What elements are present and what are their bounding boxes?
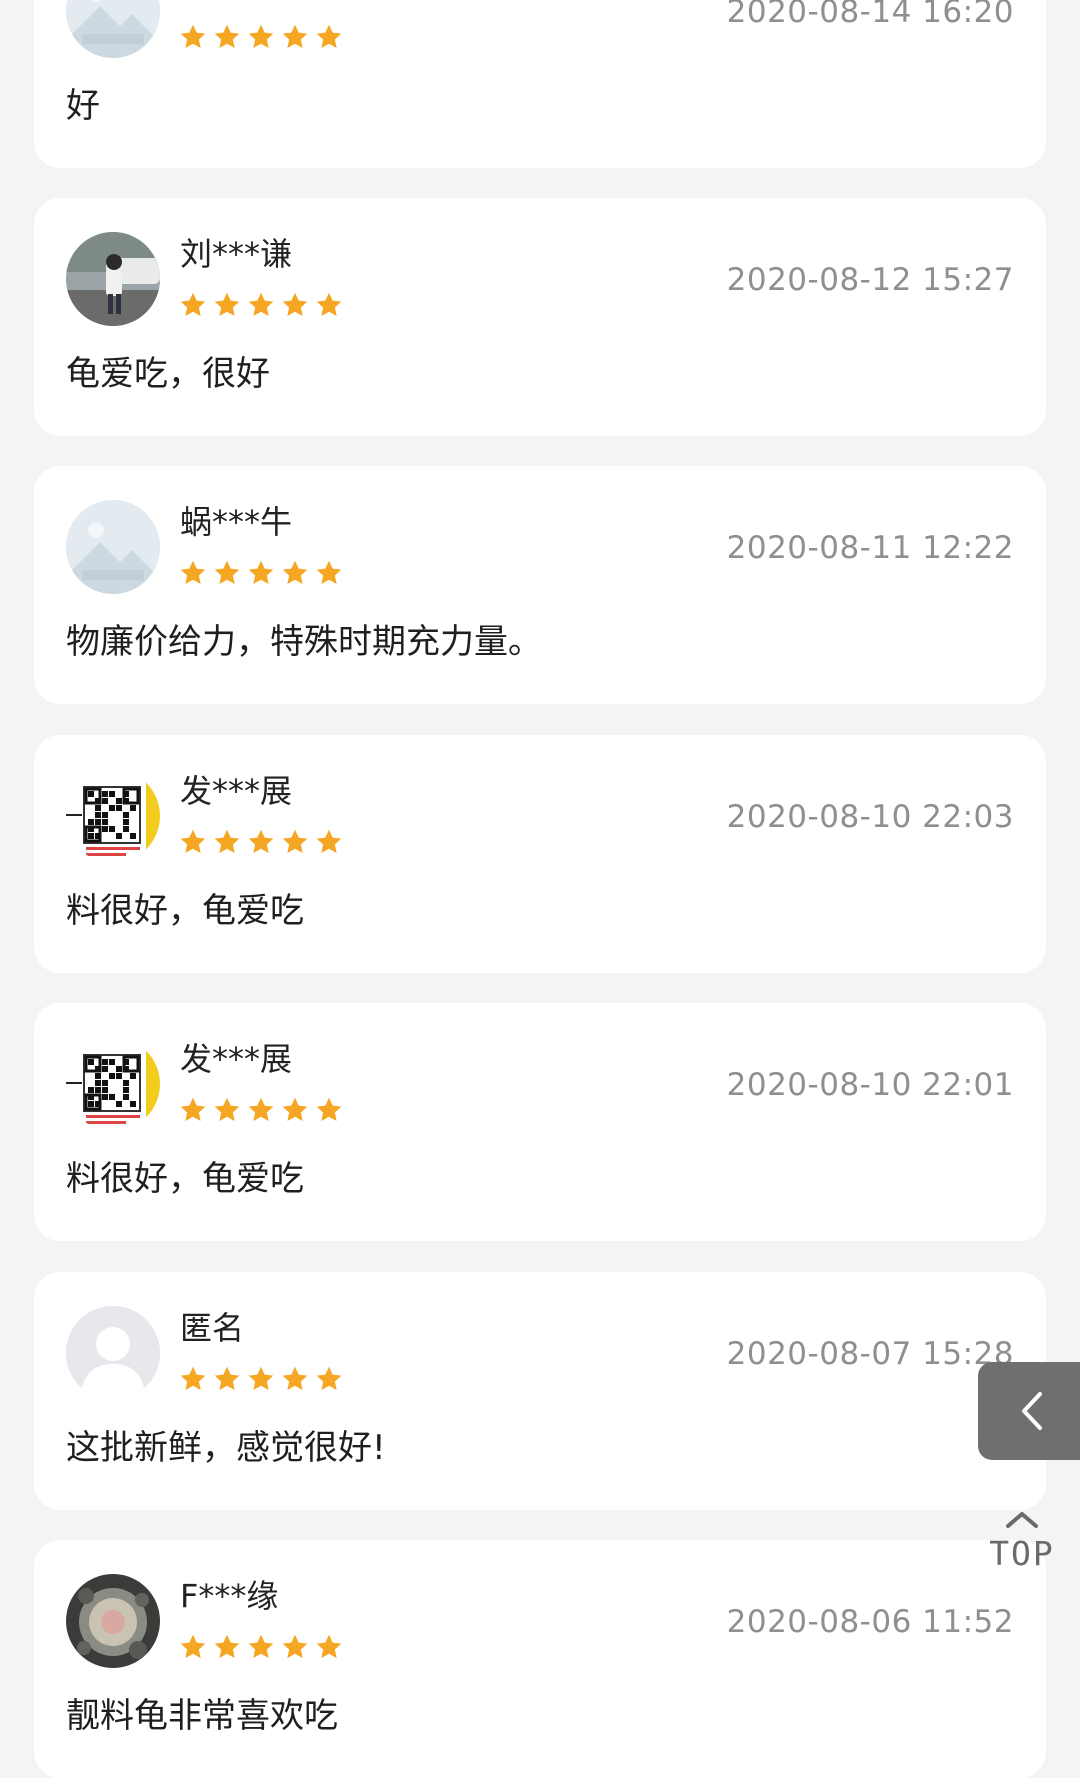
star-icon xyxy=(280,290,310,320)
star-icon xyxy=(212,1632,242,1662)
star-icon xyxy=(246,1095,276,1125)
review-time: 2020-08-14 16:20 xyxy=(726,0,1014,30)
review-text: 这批新鲜，感觉很好! xyxy=(66,1428,386,1468)
review-time: 2020-08-07 15:28 xyxy=(726,1336,1014,1372)
child-photo xyxy=(66,232,160,326)
star-icon xyxy=(212,1364,242,1394)
top-label: TOP xyxy=(989,1534,1055,1573)
review-card: 发***展 2020-08-10 22:01 料很好，龟爱吃 xyxy=(34,1003,1046,1241)
star-icon xyxy=(280,22,310,52)
avatar[interactable] xyxy=(66,232,160,326)
star-icon xyxy=(280,827,310,857)
qr-code-avatar xyxy=(66,1037,160,1131)
review-text: 龟爱吃，很好 xyxy=(66,354,270,394)
reviewer-name: 发***展 xyxy=(180,772,293,810)
star-icon xyxy=(314,827,344,857)
star-icon xyxy=(246,1632,276,1662)
star-icon xyxy=(178,1364,208,1394)
star-icon xyxy=(178,1095,208,1125)
review-card: F***缘 2020-08-06 11:52 靓料龟非常喜欢吃 xyxy=(34,1540,1046,1778)
star-icon xyxy=(212,827,242,857)
review-time: 2020-08-10 22:01 xyxy=(726,1067,1014,1103)
review-card: 2020-08-14 16:20 好 xyxy=(34,0,1046,168)
star-icon xyxy=(314,22,344,52)
star-icon xyxy=(314,1364,344,1394)
star-icon xyxy=(314,290,344,320)
star-icon xyxy=(178,827,208,857)
star-icon xyxy=(246,1364,276,1394)
review-text: 靓料龟非常喜欢吃 xyxy=(66,1696,338,1736)
star-icon xyxy=(178,1632,208,1662)
reviewer-name: 蜗***牛 xyxy=(180,503,293,541)
star-icon xyxy=(314,1095,344,1125)
avatar[interactable] xyxy=(66,0,160,58)
reviewer-name: 刘***谦 xyxy=(180,235,293,273)
default-user-icon xyxy=(66,1306,160,1400)
star-icon xyxy=(280,1364,310,1394)
star-icon xyxy=(246,290,276,320)
star-icon xyxy=(280,1095,310,1125)
star-icon xyxy=(178,558,208,588)
reviewer-name: 发***展 xyxy=(180,1040,293,1078)
placeholder-image-icon xyxy=(66,500,160,594)
review-time: 2020-08-12 15:27 xyxy=(726,262,1014,298)
avatar[interactable] xyxy=(66,769,160,863)
avatar[interactable] xyxy=(66,1306,160,1400)
review-text: 料很好，龟爱吃 xyxy=(66,891,304,931)
review-list: 2020-08-14 16:20 好刘***谦 2020-08-12 15:27 龟爱… xyxy=(0,0,1080,1778)
qr-code-avatar xyxy=(66,769,160,863)
avatar[interactable] xyxy=(66,500,160,594)
review-time: 2020-08-10 22:03 xyxy=(726,799,1014,835)
back-to-top-button[interactable]: TOP xyxy=(982,1500,1062,1580)
review-card: 发***展 2020-08-10 22:03 料很好，龟爱吃 xyxy=(34,735,1046,973)
star-icon xyxy=(212,22,242,52)
star-icon xyxy=(246,558,276,588)
star-icon xyxy=(178,290,208,320)
avatar[interactable] xyxy=(66,1037,160,1131)
chevron-up-icon xyxy=(1006,1512,1038,1528)
star-icon xyxy=(246,22,276,52)
placeholder-image-icon xyxy=(66,0,160,58)
star-icon xyxy=(212,290,242,320)
star-icon xyxy=(280,558,310,588)
review-time: 2020-08-11 12:22 xyxy=(726,530,1014,566)
avatar[interactable] xyxy=(66,1574,160,1668)
bowl-photo xyxy=(66,1574,160,1668)
review-text: 好 xyxy=(66,86,100,126)
review-card: 匿名 2020-08-07 15:28 这批新鲜，感觉很好! xyxy=(34,1272,1046,1510)
review-text: 物廉价给力，特殊时期充力量。 xyxy=(66,622,542,662)
review-time: 2020-08-06 11:52 xyxy=(726,1604,1014,1640)
star-icon xyxy=(246,827,276,857)
review-text: 料很好，龟爱吃 xyxy=(66,1159,304,1199)
star-icon xyxy=(178,22,208,52)
reviewer-name: 匿名 xyxy=(180,1309,245,1347)
star-icon xyxy=(314,558,344,588)
star-icon xyxy=(314,1632,344,1662)
reviewer-name: F***缘 xyxy=(180,1577,279,1615)
star-icon xyxy=(280,1632,310,1662)
star-icon xyxy=(212,558,242,588)
review-card: 刘***谦 2020-08-12 15:27 龟爱吃，很好 xyxy=(34,198,1046,436)
collapse-panel-button[interactable] xyxy=(978,1362,1080,1460)
review-card: 蜗***牛 2020-08-11 12:22 物廉价给力，特殊时期充力量。 xyxy=(34,466,1046,704)
chevron-left-icon xyxy=(1022,1392,1042,1430)
star-icon xyxy=(212,1095,242,1125)
